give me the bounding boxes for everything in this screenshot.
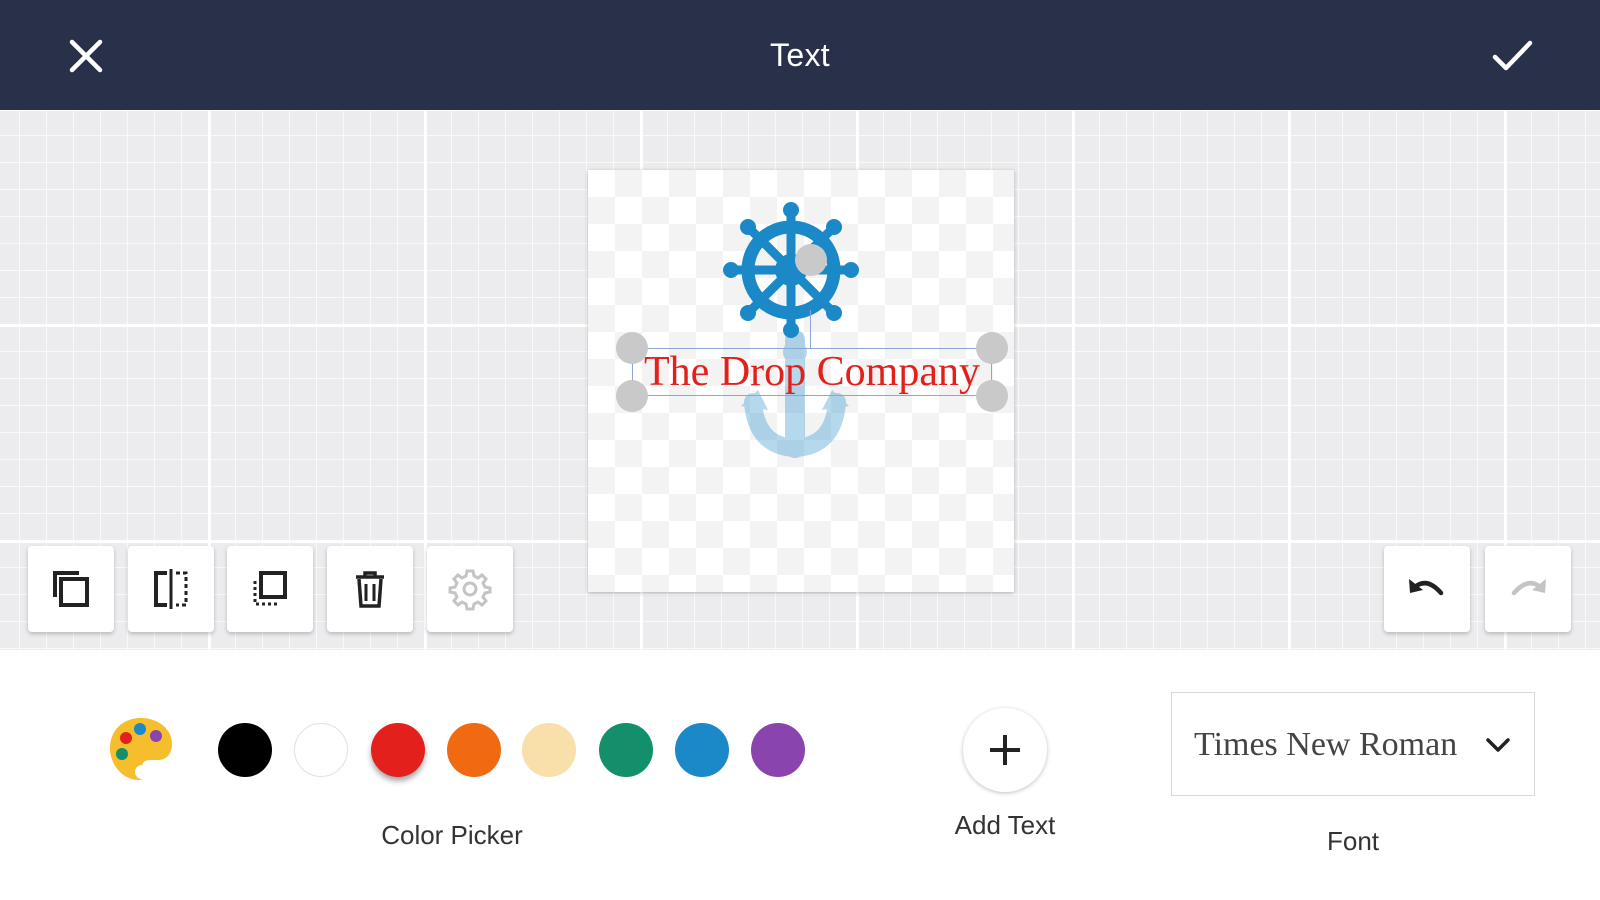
top-app-bar: Text <box>0 0 1600 110</box>
color-picker-label: Color Picker <box>381 820 523 850</box>
color-swatch-green[interactable] <box>599 723 653 777</box>
page-title: Text <box>770 37 830 73</box>
chevron-down-icon <box>1486 738 1510 752</box>
color-swatch-white[interactable] <box>294 723 348 777</box>
color-swatch-blue[interactable] <box>675 723 729 777</box>
logo-text[interactable]: The Drop Company <box>632 348 992 396</box>
undo-button[interactable] <box>1384 546 1470 632</box>
redo-icon <box>1511 579 1546 596</box>
selected-text-object[interactable]: The Drop Company <box>632 348 992 396</box>
resize-handle-top-right[interactable] <box>976 332 1008 364</box>
plus-icon <box>990 735 1020 765</box>
flip-horizontal-icon <box>154 569 188 609</box>
color-swatch-orange[interactable] <box>447 723 501 777</box>
send-backward-icon <box>253 571 287 606</box>
redo-button[interactable] <box>1485 546 1571 632</box>
duplicate-button[interactable] <box>28 546 114 632</box>
add-text-label: Add Text <box>954 810 1056 840</box>
rotation-guide <box>810 310 811 348</box>
settings-button[interactable] <box>427 546 513 632</box>
color-palette-button[interactable] <box>106 714 176 786</box>
resize-handle-top-left[interactable] <box>616 332 648 364</box>
palette-icon <box>110 718 172 780</box>
add-text-button[interactable] <box>963 708 1047 792</box>
font-label: Font <box>1326 826 1380 856</box>
color-swatch-red[interactable] <box>371 723 425 777</box>
font-dropdown[interactable]: Times New Roman <box>1171 692 1535 796</box>
editor-workspace: The Drop Company <box>0 110 1600 650</box>
resize-handle-bottom-left[interactable] <box>616 380 648 412</box>
color-swatch-cream[interactable] <box>522 723 576 777</box>
duplicate-icon <box>53 571 89 607</box>
delete-button[interactable] <box>327 546 413 632</box>
resize-handle-bottom-right[interactable] <box>976 380 1008 412</box>
rotate-handle[interactable] <box>795 244 827 276</box>
font-dropdown-value: Times New Roman <box>1194 726 1458 763</box>
color-swatch-purple[interactable] <box>751 723 805 777</box>
confirm-button[interactable] <box>1486 30 1538 82</box>
bottom-panel: Color Picker Add Text Times New Roman Fo… <box>0 650 1600 900</box>
settings-icon <box>448 569 492 611</box>
undo-icon <box>1409 579 1444 596</box>
send-backward-button[interactable] <box>227 546 313 632</box>
delete-icon <box>356 571 384 608</box>
check-icon <box>1492 40 1533 71</box>
design-canvas[interactable]: The Drop Company <box>588 170 1014 592</box>
flip-horizontal-button[interactable] <box>128 546 214 632</box>
color-swatch-black[interactable] <box>218 723 272 777</box>
ship-wheel-graphic <box>723 202 859 338</box>
